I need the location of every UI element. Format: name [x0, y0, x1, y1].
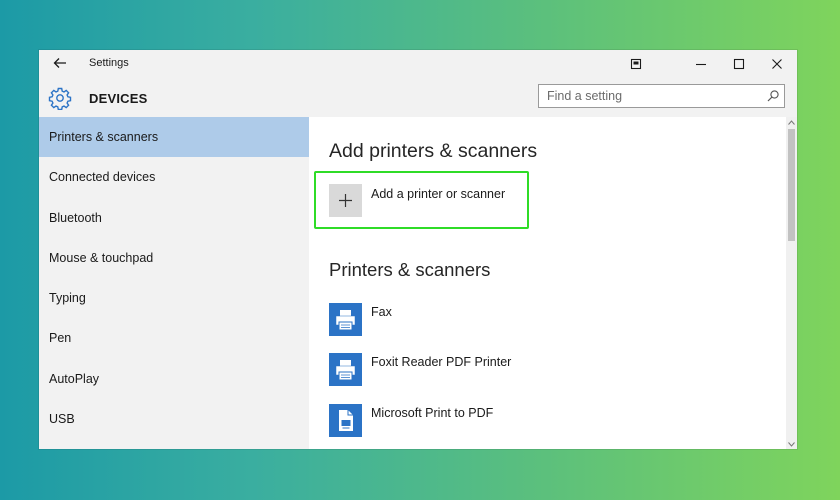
chevron-down-icon — [788, 441, 795, 447]
printer-item-microsoft-pdf[interactable]: Microsoft Print to PDF — [329, 404, 709, 440]
printer-name: Fax — [371, 305, 392, 319]
pdf-document-icon — [329, 404, 362, 437]
close-button[interactable] — [758, 50, 796, 77]
sidebar-item-bluetooth[interactable]: Bluetooth — [39, 198, 309, 238]
search-input[interactable] — [539, 85, 767, 107]
search-icon[interactable] — [766, 89, 780, 103]
scroll-up-button[interactable] — [786, 117, 797, 127]
sidebar: Printers & scanners Connected devices Bl… — [39, 117, 309, 449]
maximize-icon — [733, 58, 745, 69]
scroll-down-button[interactable] — [786, 439, 797, 449]
plus-icon — [339, 194, 352, 207]
maximize-button[interactable] — [720, 50, 758, 77]
scroll-thumb[interactable] — [788, 129, 795, 241]
add-printer-button[interactable] — [329, 184, 362, 217]
minimize-icon — [696, 63, 706, 65]
window-title: Settings — [89, 57, 129, 69]
chevron-up-icon — [788, 119, 795, 125]
vertical-scrollbar[interactable] — [786, 117, 797, 449]
search-box — [538, 84, 785, 108]
add-printer-label[interactable]: Add a printer or scanner — [371, 187, 505, 201]
main-content: Add printers & scanners Add a printer or… — [309, 117, 797, 449]
back-button[interactable] — [49, 53, 71, 73]
printer-item-foxit[interactable]: Foxit Reader PDF Printer — [329, 353, 709, 389]
snap-assist-icon — [630, 58, 642, 69]
sidebar-item-connected-devices[interactable]: Connected devices — [39, 157, 309, 197]
printers-list-heading: Printers & scanners — [329, 259, 491, 280]
close-icon — [772, 58, 782, 69]
title-bar: Settings — [39, 50, 797, 77]
printer-icon — [329, 353, 362, 386]
back-arrow-icon — [53, 58, 66, 68]
gear-icon — [48, 87, 72, 110]
settings-window: Settings DEVICES Find a setting Printers… — [39, 50, 797, 449]
sidebar-item-usb[interactable]: USB — [39, 399, 309, 439]
section-title: DEVICES — [89, 91, 148, 106]
sidebar-item-pen[interactable]: Pen — [39, 318, 309, 358]
sidebar-item-typing[interactable]: Typing — [39, 278, 309, 318]
add-printers-heading: Add printers & scanners — [329, 140, 538, 162]
minimize-button[interactable] — [682, 50, 720, 77]
sidebar-item-autoplay[interactable]: AutoPlay — [39, 359, 309, 399]
printer-item-fax[interactable]: Fax — [329, 303, 709, 339]
printer-name: Foxit Reader PDF Printer — [371, 355, 512, 369]
snap-assist-button[interactable] — [617, 50, 655, 77]
sidebar-item-mouse-touchpad[interactable]: Mouse & touchpad — [39, 238, 309, 278]
sidebar-item-printers-scanners[interactable]: Printers & scanners — [39, 117, 309, 158]
printer-name: Microsoft Print to PDF — [371, 406, 494, 420]
fax-printer-icon — [329, 303, 362, 336]
page-header: DEVICES — [39, 77, 797, 117]
